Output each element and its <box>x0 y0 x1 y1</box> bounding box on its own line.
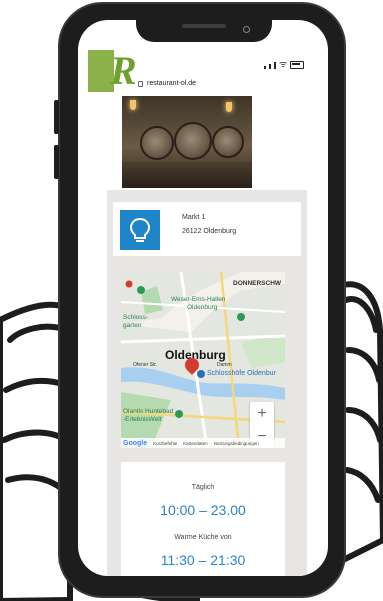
kitchen-label: Warme Küche von <box>174 534 232 541</box>
lamp-shape <box>226 102 232 112</box>
lightbulb-icon <box>129 217 151 242</box>
phone-notch <box>136 14 272 42</box>
phone-volume-up <box>54 100 59 134</box>
map-data-link[interactable]: Kartendaten <box>183 441 208 446</box>
map-terms-link[interactable]: Nutzungsbedingungen <box>214 441 259 446</box>
daily-label: Täglich <box>191 484 215 491</box>
address-bar[interactable]: restaurant-ol.de <box>138 80 196 87</box>
map-label-ofener: Ofener Str. <box>133 362 158 368</box>
lamp-shape <box>130 100 136 110</box>
battery-icon <box>290 61 305 69</box>
map-label-weser-ems-city: Oldenburg <box>187 304 218 311</box>
phone-speaker <box>182 24 226 28</box>
address-street: Markt 1 <box>182 214 206 221</box>
daily-hours: 10:00 – 23.00 <box>160 502 246 518</box>
map-label-huntebad-2: -ErlebnisWelt <box>123 416 162 423</box>
barrel-shape <box>140 126 174 160</box>
map-label-donnerschwee: DONNERSCHW <box>233 280 282 287</box>
kitchen-hours: 11:30 – 21:30 <box>160 552 246 568</box>
map-label-weser-ems: Weser-Ems-Hallen <box>171 296 226 303</box>
dining-area-shape <box>122 162 252 188</box>
map-shortcuts-link[interactable]: Kurzbefehle <box>153 441 177 446</box>
map-label-schlossgarten-2: garten <box>123 322 142 329</box>
map-label-huntebad: Olantis Huntebad <box>123 408 174 415</box>
front-camera <box>243 26 250 33</box>
google-map[interactable]: DONNERSCHW Weser-Ems-Hallen Oldenburg Sc… <box>121 272 285 448</box>
zoom-in-button[interactable]: + <box>250 402 274 425</box>
signal-icon <box>274 62 276 69</box>
phone-volume-down <box>54 145 59 179</box>
map-label-schlosshoefe: Schlosshöfe Oldenbur <box>207 370 276 377</box>
url-text[interactable]: restaurant-ol.de <box>147 80 196 87</box>
photo-stage: R ᯤ restaurant-ol.de Markt 1 26122 Olden… <box>0 0 383 601</box>
wifi-icon: ᯤ <box>279 59 288 69</box>
signal-icon <box>264 66 266 69</box>
barrel-shape <box>212 126 244 158</box>
lightbulb-tile <box>120 210 160 250</box>
map-label-damm: Damm <box>217 362 232 368</box>
signal-icon <box>269 64 271 69</box>
barrel-shape <box>174 122 212 160</box>
map-footer: Google Kurzbefehle Kartendaten Nutzungsb… <box>121 438 285 448</box>
opening-hours-card: Täglich 10:00 – 23.00 Warme Küche von 11… <box>121 462 285 576</box>
address-city: 26122 Oldenburg <box>182 228 237 235</box>
phone-screen: R ᯤ restaurant-ol.de Markt 1 26122 Olden… <box>78 20 328 576</box>
site-logo-letter[interactable]: R <box>110 50 137 92</box>
restaurant-photo <box>122 96 252 188</box>
google-logo: Google <box>123 439 148 447</box>
status-bar-icons: ᯤ <box>264 59 305 69</box>
map-label-schlossgarten: Schloss- <box>123 314 148 321</box>
lock-icon <box>138 80 143 87</box>
